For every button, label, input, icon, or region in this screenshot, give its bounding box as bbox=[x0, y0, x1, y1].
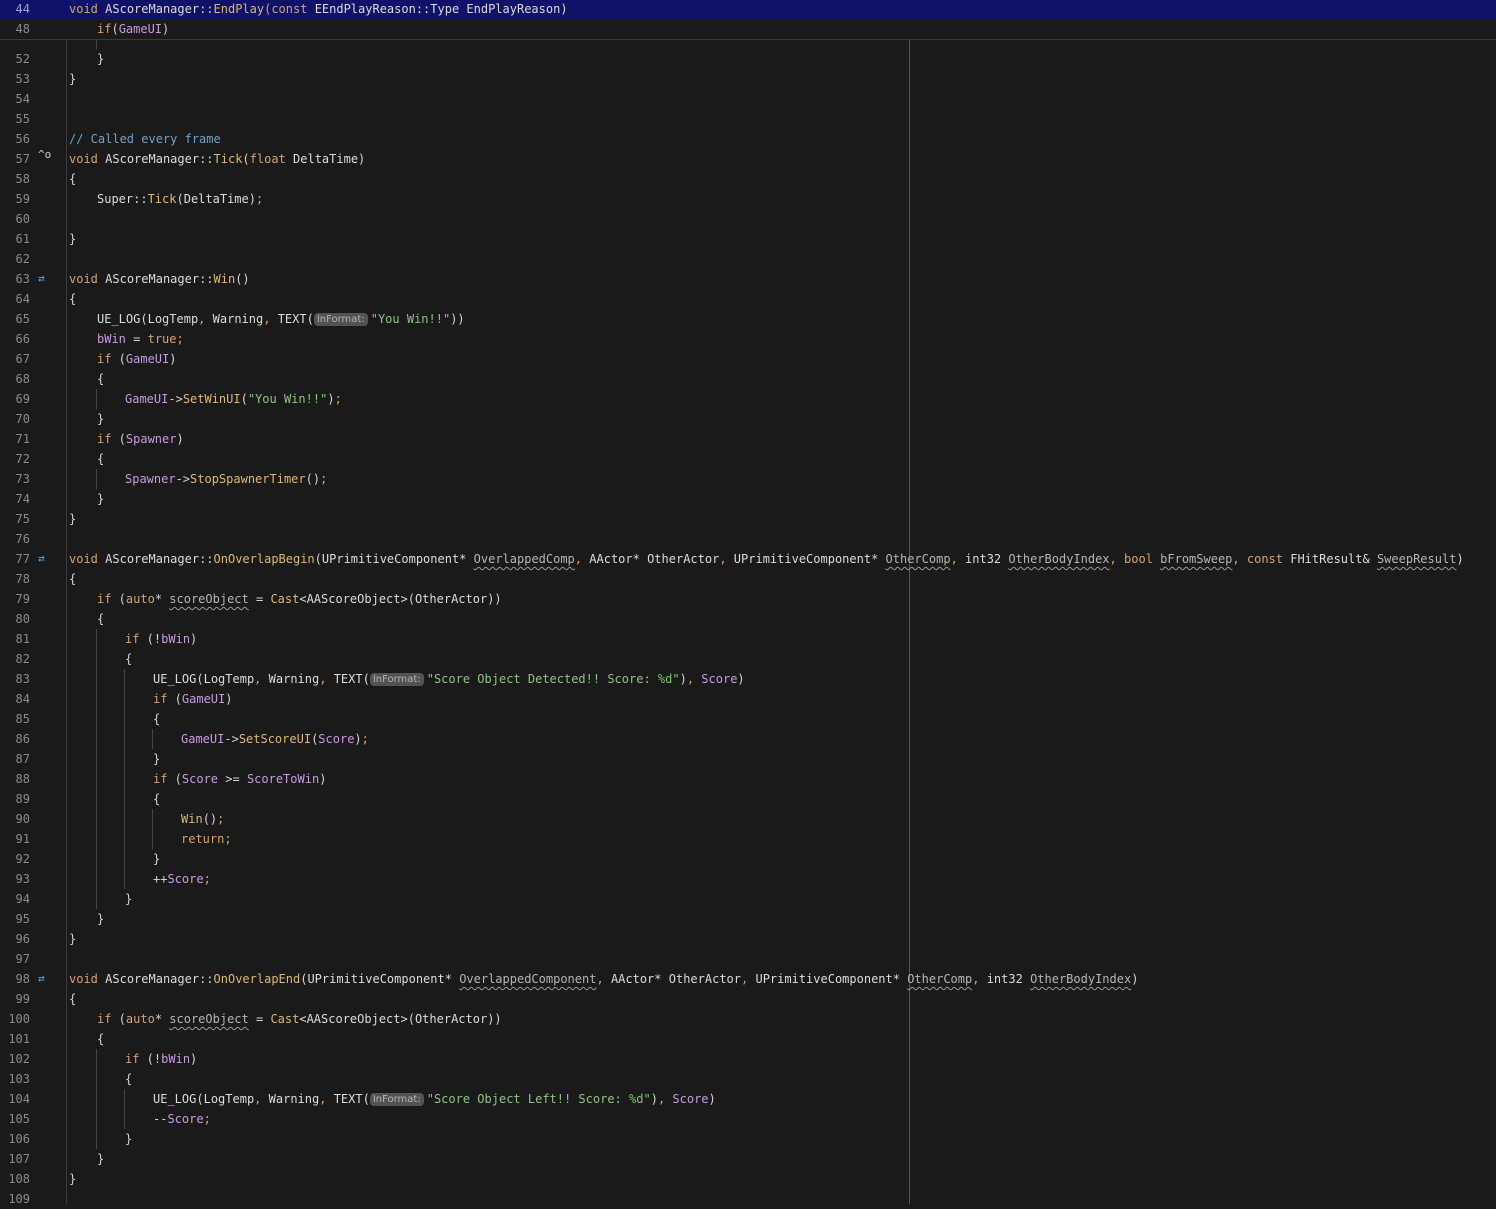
code-line-103[interactable]: 103{ bbox=[0, 1069, 1496, 1089]
sticky-scroll-line-44[interactable]: 44 void AScoreManager::EndPlay(const EEn… bbox=[0, 0, 1496, 19]
code-line-79[interactable]: 79 if (auto* scoreObject = Cast<AAScoreOb… bbox=[0, 589, 1496, 609]
code-line-66[interactable]: 66 bWin = true; bbox=[0, 329, 1496, 349]
code-line-94[interactable]: 94} bbox=[0, 889, 1496, 909]
code-line-62[interactable]: 62 bbox=[0, 249, 1496, 269]
code-line-78[interactable]: 78{ bbox=[0, 569, 1496, 589]
code-line-107[interactable]: 107} bbox=[0, 1149, 1496, 1169]
code-line-93[interactable]: 93 ++Score; bbox=[0, 869, 1496, 889]
code-line-89[interactable]: 89{ bbox=[0, 789, 1496, 809]
code-line-75[interactable]: 75} bbox=[0, 509, 1496, 529]
indent-guide bbox=[96, 39, 97, 49]
code-line-92[interactable]: 92} bbox=[0, 849, 1496, 869]
code-line-55[interactable]: 55 bbox=[0, 109, 1496, 129]
code-line-101[interactable]: 101{ bbox=[0, 1029, 1496, 1049]
override-up-icon[interactable]: ^o bbox=[38, 145, 51, 165]
code-line-58[interactable]: 58{ bbox=[0, 169, 1496, 189]
code-line-68[interactable]: 68{ bbox=[0, 369, 1496, 389]
code-line-98[interactable]: 98 ⇄ void AScoreManager::OnOverlapEnd(UP… bbox=[0, 969, 1496, 989]
code-line-63[interactable]: 63 ⇄ void AScoreManager::Win() bbox=[0, 269, 1496, 289]
code-line-80[interactable]: 80{ bbox=[0, 609, 1496, 629]
code-line-106[interactable]: 106} bbox=[0, 1129, 1496, 1149]
code-line-74[interactable]: 74} bbox=[0, 489, 1496, 509]
code-line-82[interactable]: 82{ bbox=[0, 649, 1496, 669]
code-line-99[interactable]: 99{ bbox=[0, 989, 1496, 1009]
code-line-104[interactable]: 104 UE_LOG(LogTemp, Warning, TEXT(InForma… bbox=[0, 1089, 1496, 1109]
code-line-86[interactable]: 86 GameUI->SetScoreUI(Score); bbox=[0, 729, 1496, 749]
code-line-52[interactable]: 52} bbox=[0, 49, 1496, 69]
code-line-56[interactable]: 56// Called every frame bbox=[0, 129, 1496, 149]
code-line-95[interactable]: 95} bbox=[0, 909, 1496, 929]
parameter-hint: InFormat: bbox=[369, 1093, 424, 1106]
parameter-hint: InFormat: bbox=[369, 673, 424, 686]
code-line-90[interactable]: 90 Win(); bbox=[0, 809, 1496, 829]
code-line-73[interactable]: 73 Spawner->StopSpawnerTimer(); bbox=[0, 469, 1496, 489]
code-line-88[interactable]: 88 if (Score >= ScoreToWin) bbox=[0, 769, 1496, 789]
code-line-100[interactable]: 100 if (auto* scoreObject = Cast<AAScoreO… bbox=[0, 1009, 1496, 1029]
code-line-53[interactable]: 53} bbox=[0, 69, 1496, 89]
parameter-hint: InFormat: bbox=[313, 313, 368, 326]
navigate-icon[interactable]: ⇄ bbox=[38, 549, 45, 569]
code-line-108[interactable]: 108} bbox=[0, 1169, 1496, 1189]
code-line-105[interactable]: 105 --Score; bbox=[0, 1109, 1496, 1129]
code-line-77[interactable]: 77 ⇄ void AScoreManager::OnOverlapBegin(… bbox=[0, 549, 1496, 569]
code-line-109[interactable]: 109 bbox=[0, 1189, 1496, 1209]
code-line-60[interactable]: 60 bbox=[0, 209, 1496, 229]
code-line-72[interactable]: 72{ bbox=[0, 449, 1496, 469]
code-line-64[interactable]: 64{ bbox=[0, 289, 1496, 309]
code-line-102[interactable]: 102 if (!bWin) bbox=[0, 1049, 1496, 1069]
code-line-67[interactable]: 67 if (GameUI) bbox=[0, 349, 1496, 369]
code-line-61[interactable]: 61} bbox=[0, 229, 1496, 249]
code-line-81[interactable]: 81 if (!bWin) bbox=[0, 629, 1496, 649]
sticky-scroll-line-48[interactable]: 48 if(GameUI) bbox=[0, 19, 1496, 40]
code-line-69[interactable]: 69 GameUI->SetWinUI("You Win!!"); bbox=[0, 389, 1496, 409]
comment: // Called every frame bbox=[69, 132, 221, 146]
code-line-65[interactable]: 65 UE_LOG(LogTemp, Warning, TEXT(InFormat… bbox=[0, 309, 1496, 329]
code-line-54[interactable]: 54 bbox=[0, 89, 1496, 109]
navigate-icon[interactable]: ⇄ bbox=[38, 969, 45, 989]
code-line-87[interactable]: 87} bbox=[0, 749, 1496, 769]
code-line-71[interactable]: 71 if (Spawner) bbox=[0, 429, 1496, 449]
code-line-59[interactable]: 59 Super::Tick(DeltaTime); bbox=[0, 189, 1496, 209]
navigate-icon[interactable]: ⇄ bbox=[38, 269, 45, 289]
code-line-70[interactable]: 70} bbox=[0, 409, 1496, 429]
code-line-83[interactable]: 83 UE_LOG(LogTemp, Warning, TEXT(InFormat… bbox=[0, 669, 1496, 689]
code-line-91[interactable]: 91 return; bbox=[0, 829, 1496, 849]
code-line-76[interactable]: 76 bbox=[0, 529, 1496, 549]
code-line-97[interactable]: 97 bbox=[0, 949, 1496, 969]
code-line-57[interactable]: 57 ^o void AScoreManager::Tick(float Del… bbox=[0, 148, 1496, 169]
code-line-96[interactable]: 96} bbox=[0, 929, 1496, 949]
code-line-84[interactable]: 84 if (GameUI) bbox=[0, 689, 1496, 709]
code-line-85[interactable]: 85{ bbox=[0, 709, 1496, 729]
